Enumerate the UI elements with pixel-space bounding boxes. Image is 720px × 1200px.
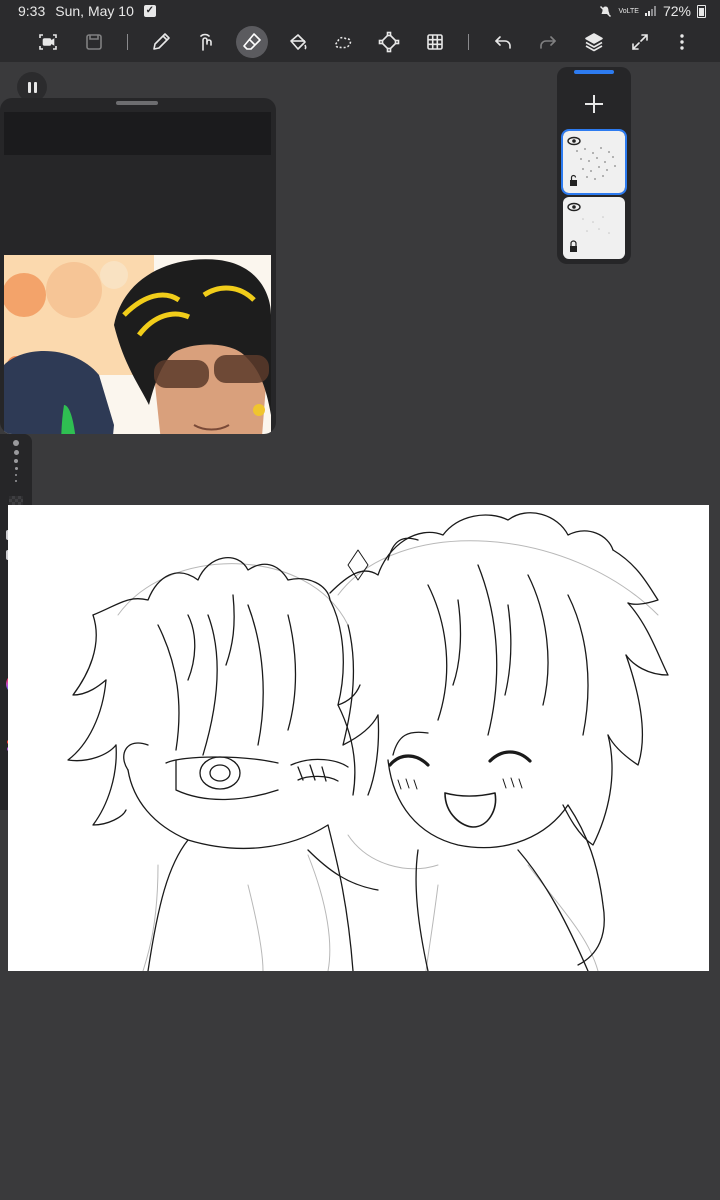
signal-icon bbox=[644, 6, 656, 16]
mute-icon bbox=[600, 5, 612, 17]
transform-icon[interactable] bbox=[373, 26, 405, 58]
battery-percent: 72% bbox=[662, 3, 691, 19]
eye-icon[interactable] bbox=[567, 202, 581, 212]
redo-icon[interactable] bbox=[532, 26, 564, 58]
plus-icon[interactable] bbox=[581, 91, 607, 121]
screen-record-icon[interactable] bbox=[32, 26, 64, 58]
eye-icon[interactable] bbox=[567, 136, 581, 146]
reference-image-icon bbox=[4, 255, 271, 434]
status-date: Sun, May 10 bbox=[55, 3, 134, 19]
unlock-icon[interactable] bbox=[570, 174, 577, 187]
status-bar: 9:33 Sun, May 10 ✓ VoLTE 72% bbox=[0, 0, 720, 22]
drag-handle[interactable] bbox=[116, 101, 158, 105]
save-icon[interactable] bbox=[78, 26, 110, 58]
checklist-icon: ✓ bbox=[143, 5, 156, 17]
layers-panel-handle[interactable] bbox=[574, 70, 614, 74]
grid-icon[interactable] bbox=[419, 26, 451, 58]
toolbar-divider bbox=[127, 34, 128, 50]
lock-icon[interactable] bbox=[570, 240, 577, 252]
status-time: 9:33 bbox=[18, 3, 46, 19]
layer-thumbnail-2[interactable] bbox=[563, 197, 625, 259]
brush-icon[interactable] bbox=[145, 26, 177, 58]
more-icon[interactable] bbox=[666, 26, 698, 58]
brush-size-dots bbox=[13, 440, 19, 486]
layers-icon[interactable] bbox=[578, 26, 610, 58]
layer-thumbnail-1[interactable] bbox=[561, 129, 627, 195]
drawing-canvas[interactable] bbox=[8, 505, 709, 972]
toolbar-divider bbox=[468, 34, 469, 50]
fullscreen-icon[interactable] bbox=[624, 26, 656, 58]
lasso-icon[interactable] bbox=[327, 26, 359, 58]
smudge-icon[interactable] bbox=[190, 26, 222, 58]
reference-window[interactable] bbox=[0, 98, 276, 434]
undo-icon[interactable] bbox=[487, 26, 519, 58]
pause-icon bbox=[27, 81, 31, 93]
volte-icon: VoLTE bbox=[618, 7, 639, 15]
toolbar bbox=[0, 22, 720, 62]
layers-panel bbox=[557, 67, 631, 264]
reference-header bbox=[4, 112, 271, 155]
battery-icon bbox=[697, 4, 706, 18]
eraser-icon[interactable] bbox=[236, 26, 268, 58]
sketch-artwork bbox=[67, 512, 669, 972]
fill-icon[interactable] bbox=[281, 26, 313, 58]
